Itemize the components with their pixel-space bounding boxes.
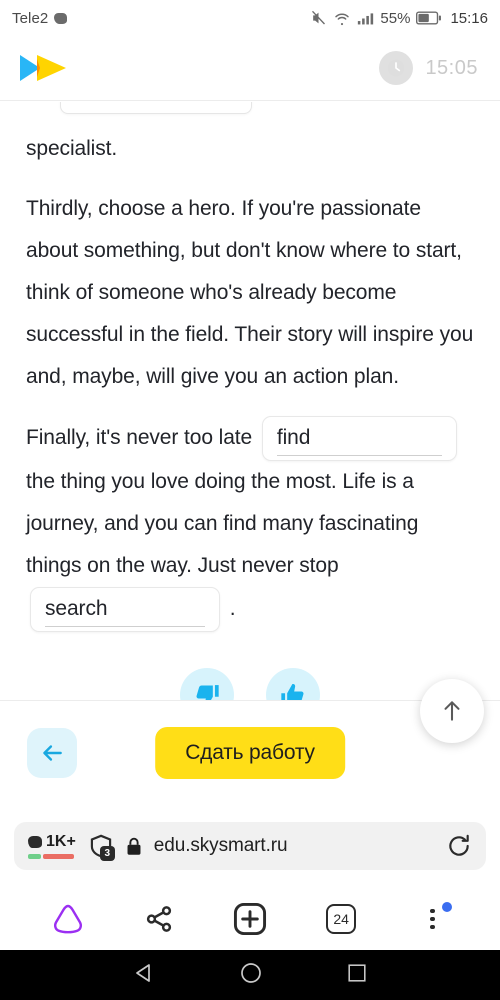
shield-blocker-badge[interactable]: 3 bbox=[88, 833, 115, 861]
paragraph-specialist: specialist. bbox=[26, 128, 474, 170]
url-bar[interactable]: 1K+ 3 edu.skysmart.ru bbox=[14, 822, 486, 870]
comment-count-row: 1K+ bbox=[28, 833, 76, 851]
lock-icon bbox=[127, 837, 141, 855]
triangle-back-icon[interactable] bbox=[132, 962, 156, 989]
tab-count-label: 24 bbox=[326, 904, 357, 934]
timer-value: 15:05 bbox=[425, 56, 478, 79]
arrow-left-icon bbox=[43, 744, 62, 761]
paragraph-text: Thirdly, choose a hero. If you're passio… bbox=[26, 197, 474, 388]
rating-negative-segment bbox=[43, 854, 74, 859]
browser-chrome: 1K+ 3 edu.skysmart.ru 24 bbox=[0, 804, 500, 950]
comment-bubble-icon bbox=[28, 836, 42, 848]
clock-icon bbox=[379, 51, 414, 85]
share-icon[interactable] bbox=[136, 896, 182, 942]
phone-screen: Tele2 55% 15:16 15:05 specialist. Thirdl… bbox=[0, 0, 500, 1000]
app-header: 15:05 bbox=[0, 36, 500, 101]
url-label[interactable]: edu.skysmart.ru bbox=[154, 835, 434, 857]
action-bar: Сдать работу bbox=[0, 679, 500, 804]
final-trailing-text: . bbox=[229, 597, 236, 621]
thumbs-down-icon[interactable] bbox=[180, 668, 234, 700]
browser-bottom-nav: 24 bbox=[0, 888, 500, 950]
rating-positive-segment bbox=[28, 854, 42, 859]
status-bar-left: Tele2 bbox=[12, 9, 68, 27]
status-bar-clock: 15:16 bbox=[450, 9, 488, 27]
answer-blank-2[interactable]: search bbox=[30, 587, 220, 632]
android-navigation-bar bbox=[0, 950, 500, 1000]
comment-count-label: 1K+ bbox=[46, 833, 76, 850]
lesson-timer: 15:05 bbox=[379, 51, 478, 85]
answer-blank-1-value[interactable]: find bbox=[276, 423, 442, 456]
mute-icon bbox=[312, 10, 326, 25]
more-vertical-icon[interactable] bbox=[409, 896, 455, 942]
lesson-content[interactable]: specialist. Thirdly, choose a hero. If y… bbox=[0, 102, 500, 700]
message-bubble-icon bbox=[54, 12, 68, 24]
skysmart-logo-icon[interactable] bbox=[18, 50, 74, 86]
back-button[interactable] bbox=[27, 727, 77, 778]
alice-triangle-icon[interactable] bbox=[45, 896, 91, 942]
final-middle-text: the thing you love doing the most. Life … bbox=[26, 470, 419, 577]
circle-home-icon[interactable] bbox=[239, 961, 263, 990]
paragraph-finally: Finally, it's never too late find the th… bbox=[26, 416, 474, 632]
square-recents-icon[interactable] bbox=[346, 962, 368, 989]
cut-off-answer-box[interactable] bbox=[60, 102, 252, 114]
scroll-to-top-button[interactable] bbox=[420, 679, 484, 743]
cellular-signal-icon bbox=[358, 12, 374, 24]
reload-icon[interactable] bbox=[446, 833, 472, 859]
rating-bar bbox=[28, 854, 74, 859]
battery-percent-label: 55% bbox=[380, 9, 411, 27]
wifi-icon bbox=[335, 13, 350, 26]
carrier-label: Tele2 bbox=[12, 9, 49, 27]
final-lead-text: Finally, it's never too late bbox=[26, 426, 253, 450]
battery-icon bbox=[416, 11, 442, 25]
status-bar-right: 55% 15:16 bbox=[310, 10, 488, 27]
comment-count-badge[interactable]: 1K+ bbox=[28, 833, 76, 859]
menu-dot bbox=[430, 916, 435, 922]
status-bar: Tele2 55% 15:16 bbox=[0, 0, 500, 36]
answer-blank-1[interactable]: find bbox=[261, 416, 457, 461]
notification-dot bbox=[442, 902, 453, 912]
paragraph-text: specialist. bbox=[26, 137, 118, 160]
submit-work-button[interactable]: Сдать работу bbox=[155, 726, 345, 779]
paragraph-thirdly: Thirdly, choose a hero. If you're passio… bbox=[26, 188, 474, 398]
plus-square-icon[interactable] bbox=[227, 896, 273, 942]
arrow-up-icon bbox=[444, 701, 460, 721]
answer-blank-2-value[interactable]: search bbox=[45, 594, 205, 627]
tab-count-icon[interactable]: 24 bbox=[318, 896, 364, 942]
shield-count-label: 3 bbox=[99, 846, 115, 861]
menu-dot bbox=[430, 924, 435, 930]
menu-dots bbox=[430, 908, 435, 930]
thumbs-up-icon[interactable] bbox=[266, 668, 320, 700]
menu-dot bbox=[430, 908, 435, 914]
